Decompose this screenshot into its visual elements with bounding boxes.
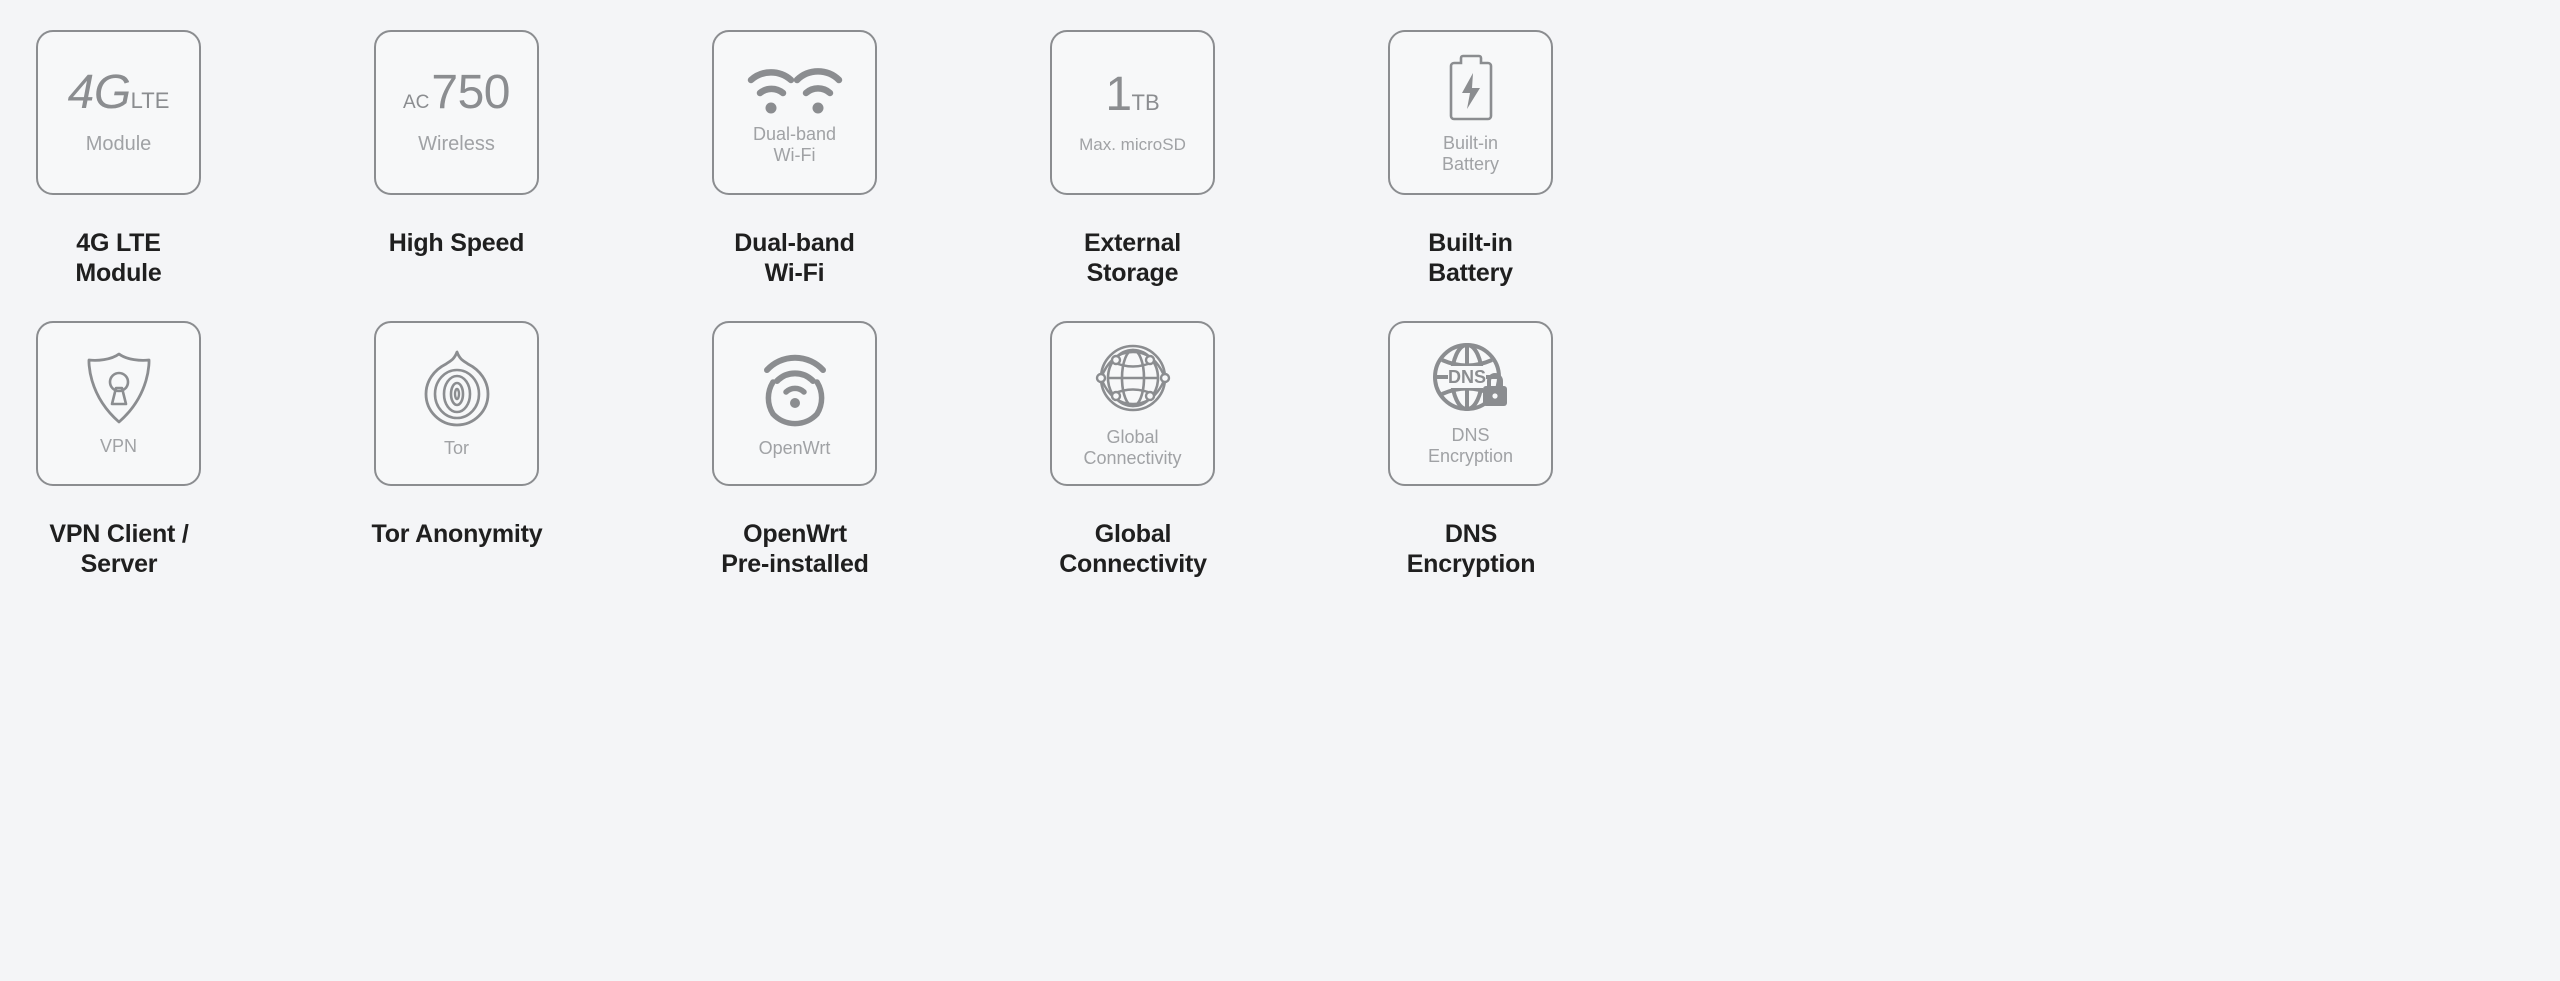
openwrt-signal-icon <box>755 348 835 428</box>
4g-lte-text-icon: 4G LTE <box>68 69 170 117</box>
microsd-subtitle-text: Max. microSD <box>1079 134 1186 154</box>
caption-line-2: Connectivity <box>1059 549 1207 578</box>
1-primary-text: 1 <box>1105 67 1132 121</box>
feature-tile-tor-anonymity: Tor <box>374 321 539 486</box>
feature-caption-external-storage: External Storage <box>1050 229 1215 288</box>
caption-line-1: High Speed <box>388 229 525 257</box>
global-subtitle-line-1: Global <box>1106 426 1159 447</box>
caption-line-1: VPN Client / <box>49 520 189 548</box>
feature-caption-4g-lte-module: 4G LTE Module <box>36 229 201 288</box>
feature-tile-dual-band-wifi: Dual-band Wi-Fi <box>712 30 877 195</box>
caption-line-2: Server <box>80 549 158 578</box>
feature-caption-dual-band-wifi: Dual-band Wi-Fi <box>712 229 877 288</box>
feature-card-dns-encryption[interactable]: DNS DNS Encryption DNS Encryption <box>1352 321 1690 579</box>
feature-card-high-speed[interactable]: AC 750 Wireless High Speed <box>338 30 676 259</box>
feature-card-global-connectivity[interactable]: Global Connectivity Global Connectivity <box>1014 321 1352 579</box>
caption-line-2: Module <box>75 258 162 287</box>
caption-line-1: OpenWrt <box>743 520 847 548</box>
global-subtitle-text: Global Connectivity <box>1083 427 1181 468</box>
feature-card-built-in-battery[interactable]: Built-in Battery Built-in Battery <box>1352 30 1690 288</box>
caption-line-2: Battery <box>1428 258 1513 287</box>
caption-line-1: Dual-band <box>734 229 855 257</box>
feature-card-external-storage[interactable]: 1 TB Max. microSD External Storage <box>1014 30 1352 288</box>
dns-subtitle-text: DNS Encryption <box>1428 425 1513 466</box>
caption-line-2: Storage <box>1086 258 1179 287</box>
feature-tile-4g-lte-module: 4G LTE Module <box>36 30 201 195</box>
feature-row-2: VPN VPN Client / Server Tor Tor Anonymit… <box>0 321 2560 579</box>
dns-subtitle-line-1: DNS <box>1451 424 1490 445</box>
feature-tile-global-connectivity: Global Connectivity <box>1050 321 1215 486</box>
ac750-text-icon: AC 750 <box>403 69 510 117</box>
caption-line-2: Wi-Fi <box>764 258 825 287</box>
feature-caption-global-connectivity: Global Connectivity <box>1018 520 1248 579</box>
caption-line-2: Pre-installed <box>721 549 869 578</box>
feature-card-dual-band-wifi[interactable]: Dual-band Wi-Fi Dual-band Wi-Fi <box>676 30 1014 288</box>
feature-tile-vpn-client-server: VPN <box>36 321 201 486</box>
caption-line-1: Global <box>1094 520 1172 548</box>
4g-subtitle-text: Module <box>85 133 152 155</box>
4g-primary-text: 4G <box>67 66 132 119</box>
tb-suffix-text: TB <box>1131 89 1160 115</box>
feature-caption-vpn-client-server: VPN Client / Server <box>4 520 234 579</box>
dual-wifi-signal-icon <box>747 60 843 114</box>
caption-line-1: Tor Anonymity <box>371 520 543 548</box>
feature-tile-high-speed: AC 750 Wireless <box>374 30 539 195</box>
vpn-subtitle-text: VPN <box>99 436 137 457</box>
battery-bolt-icon <box>1445 51 1497 123</box>
feature-tile-external-storage: 1 TB Max. microSD <box>1050 30 1215 195</box>
tor-subtitle-text: Tor <box>443 438 469 459</box>
dual-band-subtitle-line-2: Wi-Fi <box>773 144 816 165</box>
wireless-subtitle-text: Wireless <box>418 133 495 155</box>
feature-card-vpn-client-server[interactable]: VPN VPN Client / Server <box>0 321 338 579</box>
750-primary-text: 750 <box>431 66 510 119</box>
global-subtitle-line-2: Connectivity <box>1083 447 1182 468</box>
feature-caption-built-in-battery: Built-in Battery <box>1388 229 1553 288</box>
battery-subtitle-line-2: Battery <box>1441 153 1500 174</box>
caption-line-1: Built-in <box>1428 229 1513 257</box>
feature-tile-dns-encryption: DNS DNS Encryption <box>1388 321 1553 486</box>
battery-subtitle-line-1: Built-in <box>1442 132 1499 153</box>
globe-dns-lock-icon: DNS <box>1431 341 1511 415</box>
feature-grid: 4G LTE Module 4G LTE Module AC 750 Wirel… <box>0 0 2560 981</box>
dns-badge-text: DNS <box>1447 367 1485 387</box>
caption-line-1: External <box>1083 229 1182 257</box>
shield-keyhole-icon <box>83 350 155 426</box>
feature-card-4g-lte-module[interactable]: 4G LTE Module 4G LTE Module <box>0 30 338 288</box>
feature-caption-high-speed: High Speed <box>374 229 539 259</box>
caption-line-1: DNS <box>1444 520 1498 548</box>
feature-row-1: 4G LTE Module 4G LTE Module AC 750 Wirel… <box>0 30 2560 288</box>
feature-tile-built-in-battery: Built-in Battery <box>1388 30 1553 195</box>
caption-line-1: 4G LTE <box>76 229 161 257</box>
feature-caption-dns-encryption: DNS Encryption <box>1356 520 1586 579</box>
feature-caption-tor-anonymity: Tor Anonymity <box>342 520 572 550</box>
openwrt-subtitle-text: OpenWrt <box>758 438 831 459</box>
feature-caption-openwrt-preinstalled: OpenWrt Pre-installed <box>680 520 910 579</box>
dual-band-subtitle-text: Dual-band Wi-Fi <box>753 124 836 165</box>
ac-prefix-text: AC <box>403 92 430 113</box>
globe-network-icon <box>1092 339 1174 417</box>
1tb-text-icon: 1 TB <box>1105 67 1160 121</box>
dns-subtitle-line-2: Encryption <box>1427 445 1514 466</box>
dual-band-subtitle-line-1: Dual-band <box>752 123 837 144</box>
4g-suffix-text: LTE <box>130 88 170 113</box>
feature-card-openwrt-preinstalled[interactable]: OpenWrt OpenWrt Pre-installed <box>676 321 1014 579</box>
tor-onion-icon <box>420 348 494 428</box>
caption-line-2: Encryption <box>1406 549 1536 578</box>
feature-card-tor-anonymity[interactable]: Tor Tor Anonymity <box>338 321 676 550</box>
feature-tile-openwrt-preinstalled: OpenWrt <box>712 321 877 486</box>
battery-subtitle-text: Built-in Battery <box>1442 133 1499 174</box>
